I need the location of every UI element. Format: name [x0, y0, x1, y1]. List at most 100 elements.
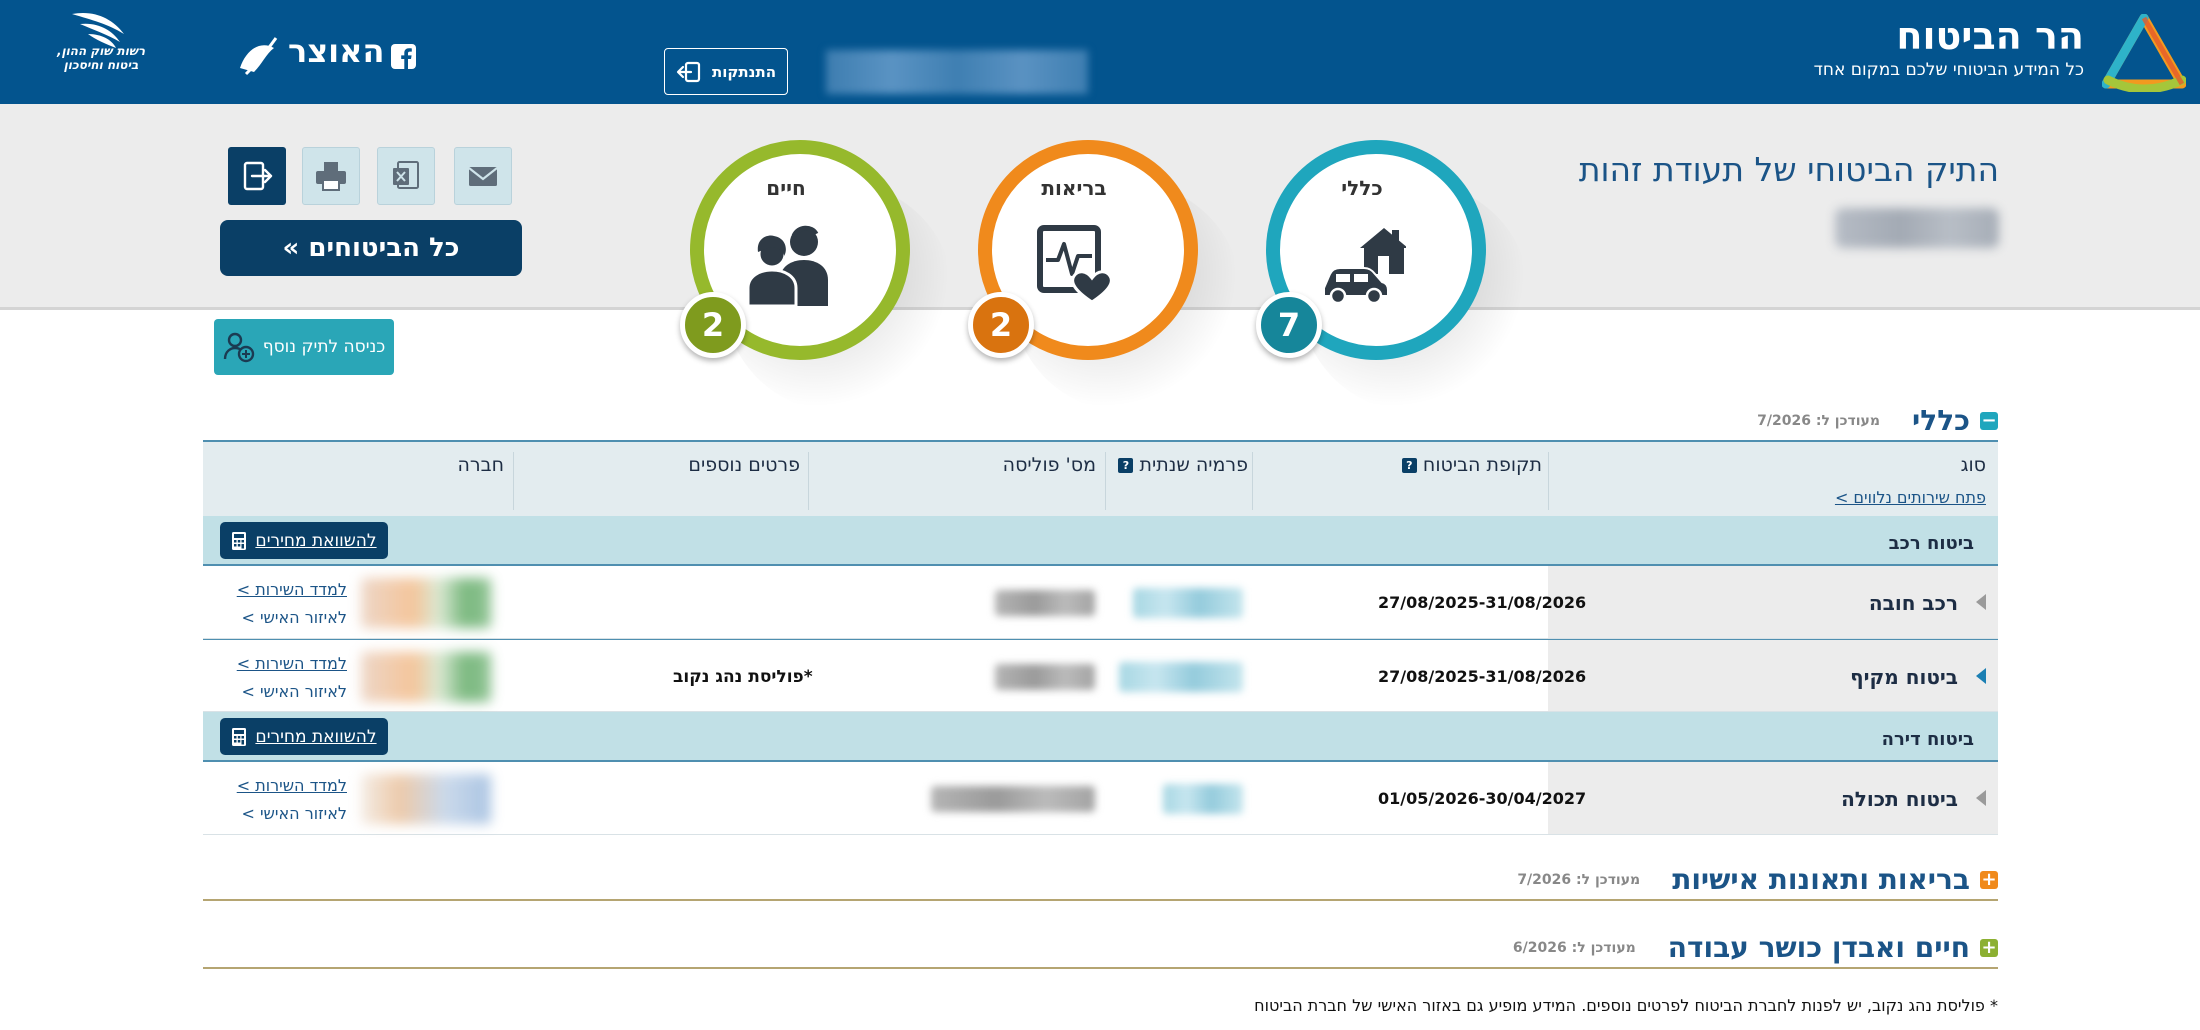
policy-period: 27/08/2025-31/08/2026	[1378, 593, 1587, 612]
health-section-header[interactable]: + בריאות ותאונות אישיות מעודכן ל: 7/2026	[1517, 863, 1998, 896]
category-life[interactable]: חיים 2	[680, 140, 954, 412]
facebook-icon[interactable]	[391, 44, 416, 69]
otzar-logo-text: האוצר	[288, 32, 385, 70]
category-count-badge: 2	[680, 292, 746, 358]
col-policy-number: מס' פוליסה	[1002, 454, 1096, 476]
section-updated: מעודכן ל: 6/2026	[1512, 939, 1636, 956]
divider	[1252, 452, 1253, 510]
col-period-label: תקופת הביטוח	[1422, 454, 1542, 476]
category-count-badge: 7	[1256, 292, 1322, 358]
table-row[interactable]: ביטוח מקיף 27/08/2025-31/08/2026 *פוליסת…	[203, 639, 1998, 712]
expand-toggle-icon[interactable]: +	[1980, 938, 1998, 957]
service-index-link[interactable]: למדד השירות >	[237, 772, 347, 800]
har-habituach-logo[interactable]	[2102, 14, 2186, 92]
compare-label: להשוואת מחירים	[255, 530, 377, 551]
table-header: סוג פתח שירותים נלווים > תקופת הביטוח ? …	[203, 440, 1998, 516]
expand-arrow-icon[interactable]	[1976, 790, 1986, 806]
email-button[interactable]	[454, 147, 512, 205]
col-company: חברה	[457, 454, 504, 476]
personal-area-link[interactable]: לאיזור האישי >	[241, 800, 347, 828]
compare-prices-button[interactable]: להשוואת מחירים	[220, 522, 388, 559]
general-policies-table: סוג פתח שירותים נלווים > תקופת הביטוח ? …	[203, 440, 1998, 835]
life-section[interactable]: + חיים ואבדן כושר עבודה מעודכן ל: 6/2026	[203, 901, 1998, 969]
policy-period: 01/05/2026-30/04/2027	[1378, 789, 1587, 808]
col-extra-details: פרטים נוספים	[688, 454, 800, 476]
calculator-icon	[232, 531, 247, 550]
policy-number-redacted	[995, 664, 1095, 690]
personal-area-link[interactable]: לאיזור האישי >	[241, 678, 347, 706]
general-section-header[interactable]: − כללי מעודכן ל: 7/2026	[1757, 404, 1998, 437]
premium-redacted	[1119, 662, 1243, 692]
logout-label: התנתקות	[711, 62, 777, 81]
excel-icon	[393, 161, 419, 189]
all-policies-button[interactable]: כל הביטוחים »	[220, 220, 522, 276]
user-name-redacted	[826, 50, 1088, 94]
expand-arrow-icon[interactable]	[1976, 594, 1986, 610]
brand-subtitle: כל המידע הביטוחי שלכם במקום אחד	[1813, 60, 2084, 80]
footnote: * פוליסת נהג נקוב, יש לפנות לחברת הביטוח…	[1254, 996, 1998, 1015]
health-section[interactable]: + בריאות ותאונות אישיות מעודכן ל: 7/2026	[203, 833, 1998, 901]
another-portfolio-button[interactable]: כניסה לתיק נוסף	[214, 319, 394, 375]
logout-button[interactable]: התנתקות	[664, 48, 788, 95]
company-logo-redacted	[361, 774, 491, 824]
category-label: חיים	[766, 176, 806, 200]
compare-prices-button[interactable]: להשוואת מחירים	[220, 718, 388, 755]
service-index-link[interactable]: למדד השירות >	[237, 576, 347, 604]
premium-redacted	[1133, 588, 1243, 618]
extra-details: *פוליסת נהג נקוב	[673, 667, 813, 687]
policy-number-redacted	[995, 590, 1095, 616]
expand-arrow-icon[interactable]	[1976, 668, 1986, 684]
company-links: למדד השירות > לאיזור האישי >	[237, 650, 347, 706]
category-general[interactable]: כללי 7	[1256, 140, 1530, 412]
section-title: בריאות ותאונות אישיות	[1672, 863, 1970, 896]
company-links: למדד השירות > לאיזור האישי >	[237, 772, 347, 828]
section-updated: מעודכן ל: 7/2026	[1757, 412, 1881, 429]
excel-export-button[interactable]	[377, 147, 435, 205]
print-button[interactable]	[302, 147, 360, 205]
group-row-car: ביטוח רכב להשוואת מחירים	[203, 516, 1998, 566]
category-label: בריאות	[1041, 176, 1107, 200]
health-heart-icon	[1037, 225, 1113, 304]
help-icon[interactable]: ?	[1401, 458, 1417, 473]
policy-number-redacted	[931, 786, 1095, 812]
user-switch-icon	[223, 332, 254, 363]
life-section-header[interactable]: + חיים ואבדן כושר עבודה מעודכן ל: 6/2026	[1513, 931, 1998, 964]
company-logo-redacted	[361, 652, 491, 702]
car-house-icon	[1323, 228, 1406, 305]
exit-portfolio-button[interactable]	[228, 147, 286, 205]
exit-icon	[243, 161, 273, 191]
help-icon[interactable]: ?	[1118, 458, 1134, 473]
company-logo-redacted	[361, 578, 491, 628]
open-services-link[interactable]: פתח שירותים נלווים >	[1835, 488, 1986, 507]
category-health[interactable]: בריאות 2	[968, 140, 1242, 412]
group-label: ביטוח דירה	[1881, 729, 1974, 750]
policy-period: 27/08/2025-31/08/2026	[1378, 667, 1587, 686]
divider	[513, 452, 514, 510]
section-updated: מעודכן ל: 7/2026	[1517, 871, 1641, 888]
service-index-link[interactable]: למדד השירות >	[237, 650, 347, 678]
collapse-toggle-icon[interactable]: −	[1980, 411, 1998, 430]
expand-toggle-icon[interactable]: +	[1980, 870, 1998, 889]
id-number-redacted	[1835, 208, 1999, 248]
category-count-badge: 2	[968, 292, 1034, 358]
company-links: למדד השירות > לאיזור האישי >	[237, 576, 347, 632]
col-premium-label: פרמיה שנתית	[1139, 454, 1249, 476]
policy-type: ביטוח מקיף	[1850, 665, 1958, 689]
col-period: תקופת הביטוח ?	[1396, 454, 1542, 476]
table-row[interactable]: ביטוח תכולה 01/05/2026-30/04/2027 למדד ה…	[203, 762, 1998, 835]
people-icon	[746, 225, 828, 306]
regulator-logo-text: רשות שוק ההון, ביטוח וחיסכון	[56, 44, 146, 72]
personal-area-link[interactable]: לאיזור האישי >	[241, 604, 347, 632]
col-premium: פרמיה שנתית ?	[1112, 454, 1248, 476]
group-row-home: ביטוח דירה להשוואת מחירים	[203, 712, 1998, 762]
policy-type: רכב חובה	[1868, 591, 1958, 615]
calculator-icon	[232, 727, 247, 746]
divider	[1548, 452, 1549, 510]
compare-label: להשוואת מחירים	[255, 726, 377, 747]
col-type: סוג	[1960, 454, 1986, 476]
group-label: ביטוח רכב	[1888, 533, 1974, 554]
table-row[interactable]: רכב חובה 27/08/2025-31/08/2026 למדד השיר…	[203, 566, 1998, 639]
policy-type: ביטוח תכולה	[1841, 787, 1958, 811]
logout-icon	[676, 61, 701, 82]
section-title: חיים ואבדן כושר עבודה	[1667, 931, 1970, 964]
